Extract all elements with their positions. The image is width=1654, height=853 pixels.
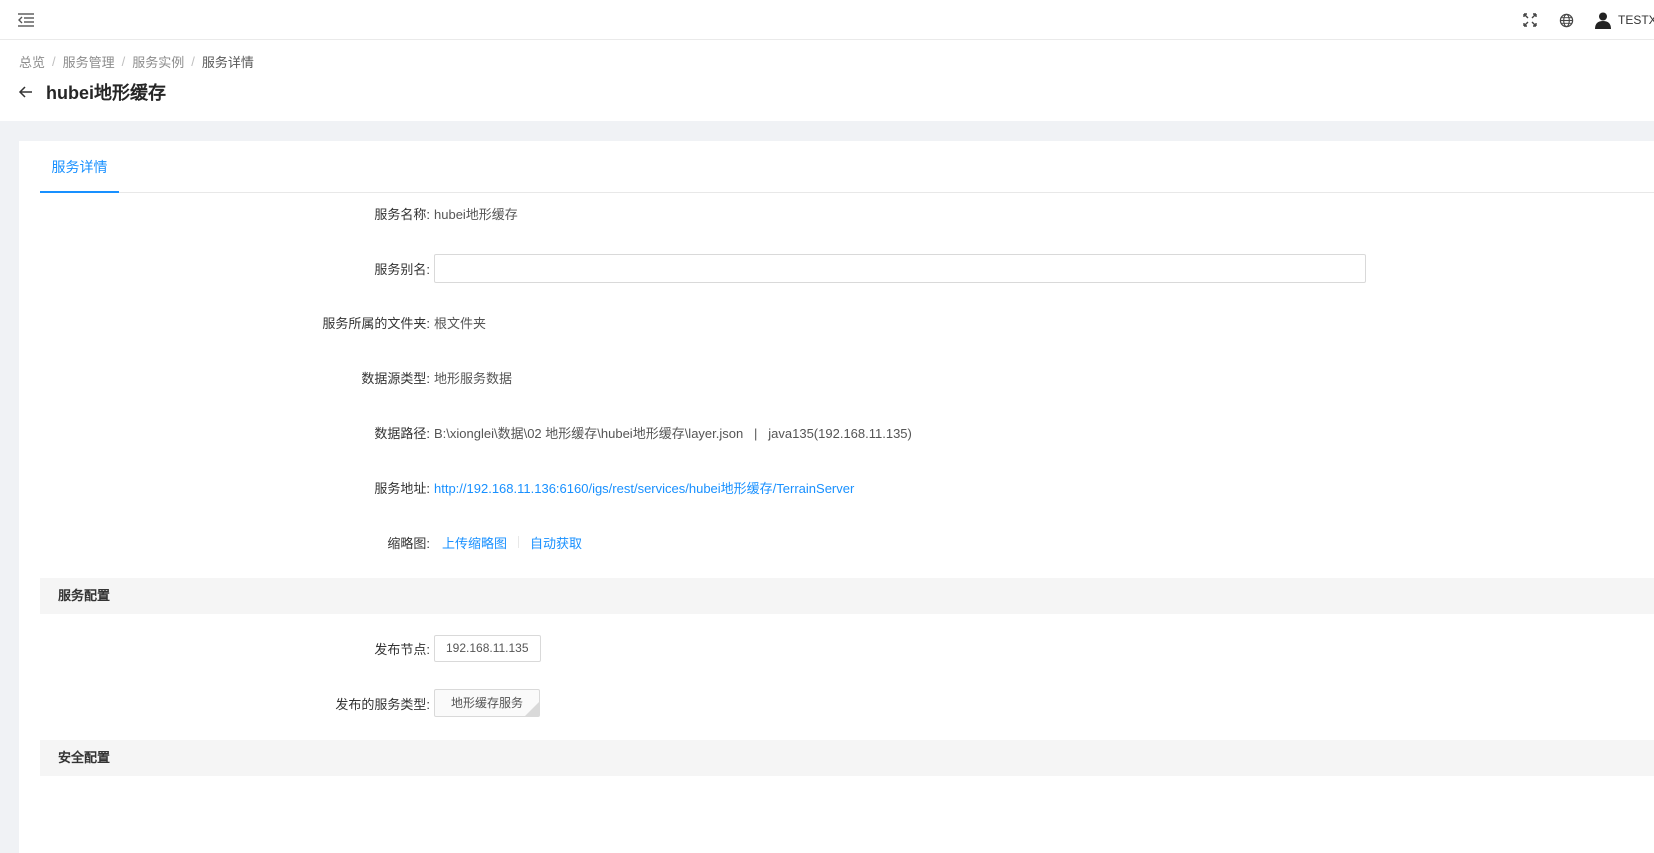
upload-thumbnail-link[interactable]: 上传缩略图 — [442, 533, 507, 552]
row-publish-node: 发布节点: 192.168.11.135 — [19, 633, 1654, 663]
fullscreen-icon[interactable] — [1522, 12, 1538, 28]
action-divider — [518, 536, 520, 548]
security-config-section: 安全配置 — [40, 740, 1654, 776]
row-service-alias: 服务别名: — [19, 253, 1654, 283]
publish-type-label: 发布的服务类型: — [335, 696, 430, 712]
source-type-label: 数据源类型: — [361, 370, 430, 386]
thumbnail-label: 缩略图: — [387, 535, 430, 551]
menu-fold-icon[interactable] — [16, 10, 36, 30]
row-publish-type: 发布的服务类型: 地形缓存服务 — [19, 688, 1654, 718]
breadcrumb-service-instances[interactable]: 服务实例 — [132, 52, 184, 71]
publish-node-tag: 192.168.11.135 — [434, 634, 541, 662]
breadcrumb-overview[interactable]: 总览 — [19, 52, 45, 71]
data-path-value: B:\xionglei\数据\02 地形缓存\hubei地形缓存\layer.j… — [434, 425, 912, 441]
breadcrumb-separator: / — [191, 54, 195, 69]
row-folder: 服务所属的文件夹: 根文件夹 — [19, 307, 1654, 337]
folder-label: 服务所属的文件夹: — [322, 315, 430, 331]
tab-service-details[interactable]: 服务详情 — [40, 141, 119, 193]
auto-fetch-link[interactable]: 自动获取 — [530, 533, 582, 552]
breadcrumb: 总览 / 服务管理 / 服务实例 / 服务详情 — [19, 52, 254, 71]
service-name-value: hubei地形缓存 — [434, 206, 518, 222]
breadcrumb-separator: / — [52, 54, 56, 69]
selected-corner-icon — [525, 702, 540, 716]
data-path-label: 数据路径: — [374, 425, 430, 441]
row-data-path: 数据路径: B:\xionglei\数据\02 地形缓存\hubei地形缓存\l… — [19, 417, 1654, 447]
user-name: TESTX — [1618, 13, 1654, 27]
row-source-type: 数据源类型: 地形服务数据 — [19, 362, 1654, 392]
publish-type-tag[interactable]: 地形缓存服务 — [434, 689, 541, 717]
user-menu[interactable]: TESTX — [1594, 11, 1654, 29]
page-header: 总览 / 服务管理 / 服务实例 / 服务详情 hubei地形缓存 — [0, 40, 1654, 121]
page-title: hubei地形缓存 — [46, 83, 166, 103]
globe-icon[interactable] — [1558, 12, 1574, 28]
back-arrow-icon[interactable] — [18, 84, 34, 100]
breadcrumb-service-management[interactable]: 服务管理 — [63, 52, 115, 71]
breadcrumb-service-details: 服务详情 — [201, 55, 254, 70]
service-address-label: 服务地址: — [374, 480, 430, 496]
service-address-link[interactable]: http://192.168.11.136:6160/igs/rest/serv… — [434, 478, 854, 497]
detail-card: 服务详情 服务名称: hubei地形缓存 服务别名: 服务所属的文件夹: 根文件… — [19, 141, 1654, 853]
row-service-name: 服务名称: hubei地形缓存 — [19, 198, 1654, 228]
folder-value: 根文件夹 — [434, 315, 487, 331]
publish-node-label: 发布节点: — [374, 641, 430, 657]
service-alias-label: 服务别名: — [374, 261, 430, 277]
publish-type-value: 地形缓存服务 — [451, 696, 524, 710]
service-name-label: 服务名称: — [374, 206, 430, 222]
tab-bar: 服务详情 — [40, 141, 1654, 193]
service-alias-input[interactable] — [434, 253, 1366, 283]
row-service-address: 服务地址: http://192.168.11.136:6160/igs/res… — [19, 472, 1654, 502]
service-config-section: 服务配置 — [40, 578, 1654, 614]
top-bar: TESTX — [0, 0, 1654, 40]
breadcrumb-separator: / — [121, 54, 126, 69]
user-avatar-icon — [1595, 12, 1611, 29]
row-thumbnail: 缩略图: 上传缩略图 自动获取 — [19, 527, 1654, 557]
source-type-value: 地形服务数据 — [434, 370, 513, 386]
